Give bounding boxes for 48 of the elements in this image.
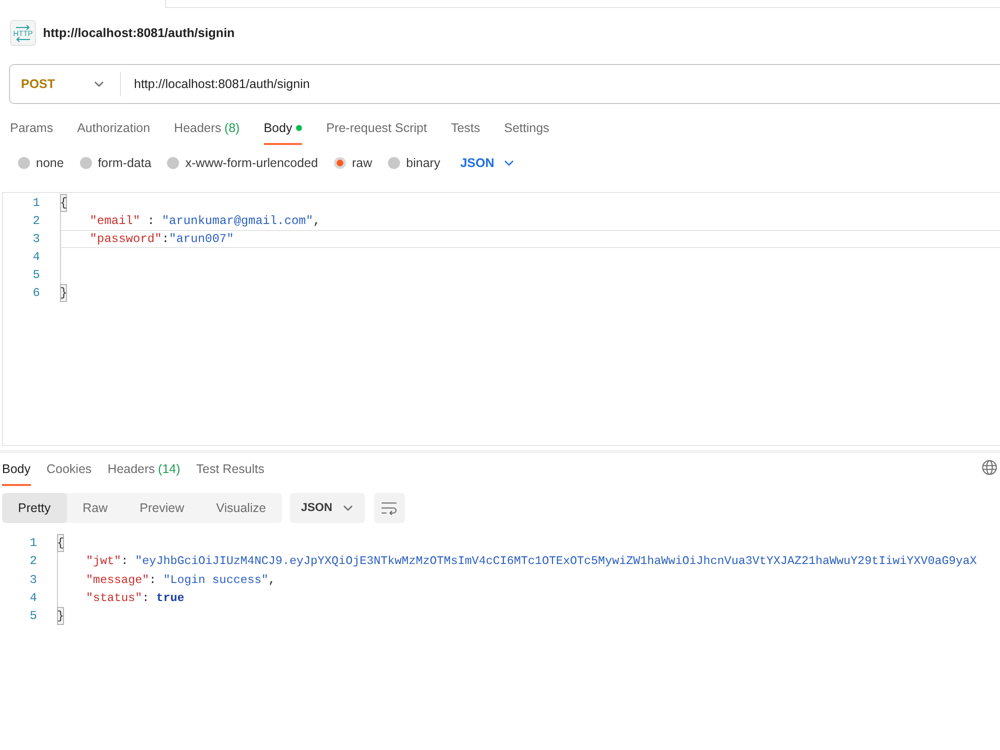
line-number: 4: [28, 590, 38, 607]
line-number: 3: [32, 231, 41, 248]
code-line: "jwt": "eyJhbGciOiJIUzM4NCJ9.eyJpYXQiOjE3NTkwMzMzOTMsImV4cCI6MTc1OTExOTc5MywiZW1haWwiOiJhcnVua3VtYXJAZ21haWwuY29tIiwiYXV0aG9yaX: [85, 553, 977, 570]
line-number: 2: [32, 213, 41, 230]
line-number: 3: [28, 572, 38, 588]
format-dropdown[interactable]: JSON: [460, 156, 514, 170]
line-number: 1: [28, 535, 38, 552]
chevron-down-icon: [504, 160, 514, 166]
chevron-down-icon: [342, 505, 353, 511]
response-tab[interactable]: Cookies: [46, 453, 92, 486]
line-number: 4: [32, 249, 41, 266]
line-number: 1: [32, 195, 41, 212]
request-tab[interactable]: Authorization: [77, 112, 150, 145]
view-mode-tab[interactable]: Pretty: [2, 493, 67, 523]
request-tab[interactable]: Params: [10, 112, 54, 145]
request-tab[interactable]: Pre-request Script: [326, 112, 427, 145]
response-tab[interactable]: Body: [2, 453, 30, 486]
request-title: http://localhost:8081/auth/signin: [43, 26, 235, 40]
wrap-button[interactable]: [374, 493, 405, 523]
request-tab[interactable]: Headers (8): [174, 112, 240, 145]
request-tab[interactable]: Tests: [450, 112, 480, 145]
method-dropdown[interactable]: POST: [10, 72, 121, 96]
code-line: "email" : "arunkumar@gmail.com",: [88, 213, 320, 230]
line-number: 2: [28, 553, 38, 570]
body-type-option[interactable]: form-data: [80, 156, 152, 170]
body-type-option[interactable]: raw: [334, 156, 372, 170]
body-type-option[interactable]: binary: [388, 156, 440, 170]
response-tab[interactable]: Test Results: [196, 453, 264, 486]
text-wrap-icon: [381, 502, 398, 514]
code-editor[interactable]: 1 2 3 4 5 6 { "email" : "arunkumar@gmail.com", "password":"arun007" }: [2, 192, 1000, 446]
line-number: 6: [32, 285, 41, 302]
view-mode-tab[interactable]: Visualize: [200, 493, 282, 523]
code-line: "password":"arun007": [61, 230, 1000, 248]
view-mode-tab[interactable]: Preview: [124, 493, 200, 523]
request-tab[interactable]: Settings: [504, 112, 550, 145]
body-type-option[interactable]: x-www-form-urlencoded: [167, 156, 318, 170]
request-tab[interactable]: Body: [264, 112, 302, 145]
url-field[interactable]: http://localhost:8081/auth/signin: [121, 72, 1000, 96]
view-mode-tab[interactable]: Raw: [66, 493, 124, 523]
line-number: 5: [28, 608, 38, 625]
line-number: 5: [32, 267, 41, 284]
code-line: "status": true: [85, 590, 184, 607]
body-type-option[interactable]: none: [18, 156, 64, 170]
chevron-down-icon: [94, 81, 104, 87]
globe-icon[interactable]: [982, 460, 997, 475]
code-line: "message": "Login success",: [85, 572, 276, 588]
format-dropdown[interactable]: JSON: [290, 493, 365, 523]
response-tab[interactable]: Headers (14): [108, 453, 180, 486]
